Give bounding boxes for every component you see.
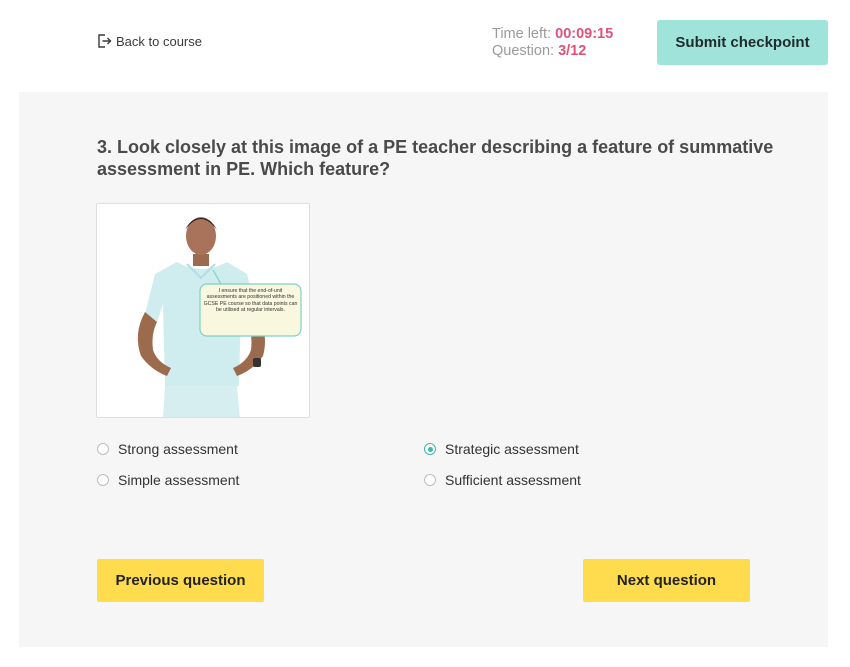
option-label: Strong assessment (118, 441, 238, 457)
question-counter-label: Question: (492, 43, 555, 59)
time-left-label: Time left: (492, 26, 552, 42)
option-simple-assessment[interactable]: Simple assessment (97, 472, 239, 488)
exit-icon (98, 34, 112, 48)
pe-teacher-illustration: I ensure that the end-of-unit assessment… (137, 217, 302, 417)
option-label: Strategic assessment (445, 441, 579, 457)
option-sufficient-assessment[interactable]: Sufficient assessment (424, 472, 581, 488)
option-strategic-assessment[interactable]: Strategic assessment (424, 441, 579, 457)
radio-button[interactable] (424, 474, 436, 486)
time-left-row: Time left: 00:09:15 (492, 26, 613, 43)
option-label: Simple assessment (118, 472, 240, 488)
question-text: 3. Look closely at this image of a PE te… (97, 137, 774, 179)
back-to-course-link[interactable]: Back to course (96, 33, 202, 49)
radio-button[interactable] (97, 443, 109, 455)
question-counter-row: Question: 3/12 (492, 43, 613, 60)
back-to-course-label: Back to course (116, 33, 202, 49)
option-strong-assessment[interactable]: Strong assessment (97, 441, 238, 457)
radio-button[interactable] (97, 474, 109, 486)
timer-panel: Time left: 00:09:15 Question: 3/12 (492, 26, 613, 60)
question-counter-value: 3/12 (558, 43, 587, 59)
speech-bubble-text: I ensure that the end-of-unit assessment… (203, 288, 298, 314)
question-image: I ensure that the end-of-unit assessment… (96, 203, 310, 418)
next-question-button[interactable]: Next question (583, 559, 750, 602)
previous-question-button[interactable]: Previous question (97, 559, 264, 602)
time-left-value: 00:09:15 (555, 26, 614, 42)
radio-button-selected[interactable] (424, 443, 436, 455)
submit-checkpoint-button[interactable]: Submit checkpoint (657, 20, 828, 65)
option-label: Sufficient assessment (445, 472, 581, 488)
